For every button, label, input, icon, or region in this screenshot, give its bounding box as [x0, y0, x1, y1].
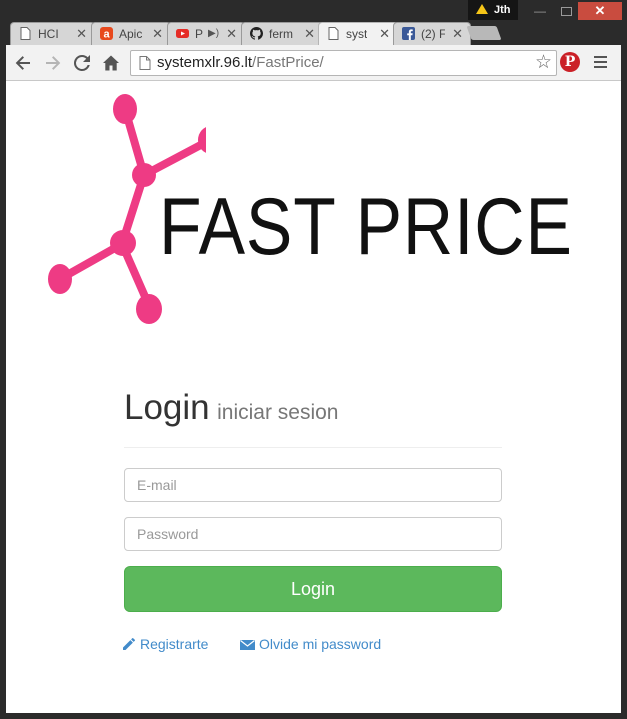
hamburger-icon-line	[594, 66, 607, 68]
home-button[interactable]	[100, 52, 122, 74]
tab-title: ferm	[269, 27, 293, 41]
hamburger-icon	[594, 56, 607, 58]
close-window-button[interactable]: ✕	[578, 2, 622, 20]
register-link-label: Registrarte	[140, 636, 209, 652]
tab-title: Apic	[119, 27, 143, 41]
app-icon: a	[100, 27, 113, 40]
pencil-icon	[123, 638, 135, 650]
register-link[interactable]: Registrarte	[122, 635, 208, 653]
hamburger-icon-line	[594, 61, 607, 63]
minimize-button[interactable]: —	[528, 2, 552, 20]
profile-name: Jth	[494, 4, 511, 16]
svg-text:a: a	[103, 29, 110, 41]
tab-hci[interactable]: HCI ✕	[10, 22, 95, 45]
url-text[interactable]: systemxlr.96.lt/FastPrice/	[157, 51, 324, 75]
speaker-icon[interactable]: ▶)	[208, 23, 219, 45]
password-field[interactable]	[124, 517, 502, 551]
youtube-icon	[176, 29, 189, 38]
tab-active-systemxlr[interactable]: syst ✕	[318, 22, 398, 46]
address-bar[interactable]: systemxlr.96.lt/FastPrice/ ☆	[130, 50, 557, 76]
close-tab-icon[interactable]: ✕	[304, 23, 315, 45]
tab-title: syst	[346, 27, 368, 41]
close-tab-icon[interactable]: ✕	[226, 23, 237, 45]
page-viewport: FAST PRICE Login iniciar sesion Login Re…	[6, 81, 621, 713]
close-tab-icon[interactable]: ✕	[76, 23, 87, 45]
page-icon	[139, 56, 151, 70]
tab-title: HCI	[38, 27, 59, 41]
email-field[interactable]	[124, 468, 502, 502]
warning-icon	[476, 4, 488, 14]
page-icon	[20, 27, 31, 40]
maximize-button[interactable]	[554, 2, 578, 20]
profile-badge[interactable]: Jth	[468, 0, 518, 20]
heading-divider	[124, 447, 502, 448]
tab-title: P	[195, 27, 204, 41]
pinterest-extension-icon[interactable]: P	[560, 52, 580, 72]
facebook-icon	[402, 27, 415, 40]
forgot-password-link[interactable]: Olvide mi password	[240, 635, 381, 653]
tab-apic[interactable]: a Apic ✕	[91, 22, 171, 45]
github-icon	[250, 27, 263, 40]
envelope-icon	[240, 640, 255, 650]
tab-github[interactable]: ferm ✕	[241, 22, 323, 45]
close-tab-icon[interactable]: ✕	[379, 23, 390, 45]
menu-button[interactable]	[594, 56, 607, 68]
login-title: Login	[124, 388, 210, 427]
logo-wordmark: FAST PRICE	[159, 182, 573, 272]
bookmark-star-icon[interactable]: ☆	[535, 52, 552, 74]
window-titlebar: Jth — ✕ HCI ✕ a Apic ✕ P ▶) ✕ ferm ✕ sys…	[0, 0, 627, 46]
forgot-link-label: Olvide mi password	[259, 636, 382, 652]
login-button[interactable]: Login	[124, 566, 502, 612]
reload-icon	[74, 54, 90, 71]
close-tab-icon[interactable]: ✕	[452, 23, 463, 45]
tab-youtube[interactable]: P ▶) ✕	[167, 22, 245, 45]
url-path: /FastPrice/	[252, 54, 324, 71]
back-button[interactable]	[12, 52, 34, 74]
browser-toolbar: systemxlr.96.lt/FastPrice/ ☆ P	[6, 45, 621, 81]
tab-title: (2) F	[421, 27, 445, 41]
forward-button[interactable]	[42, 52, 64, 74]
close-tab-icon[interactable]: ✕	[152, 23, 163, 45]
page-icon	[328, 27, 339, 40]
login-subtitle: iniciar sesion	[217, 401, 339, 424]
url-host: systemxlr.96.lt	[157, 54, 253, 71]
home-icon	[103, 55, 119, 71]
new-tab-button[interactable]	[466, 26, 502, 40]
fast-price-logo: FAST PRICE	[6, 81, 621, 341]
reload-button[interactable]	[71, 52, 93, 74]
back-arrow-icon	[15, 56, 30, 70]
login-heading: Login iniciar sesion	[124, 388, 338, 428]
maximize-icon	[560, 7, 572, 17]
tab-facebook[interactable]: (2) F ✕	[393, 22, 471, 45]
forward-arrow-icon	[46, 56, 61, 70]
window-bottom-border	[6, 713, 621, 719]
